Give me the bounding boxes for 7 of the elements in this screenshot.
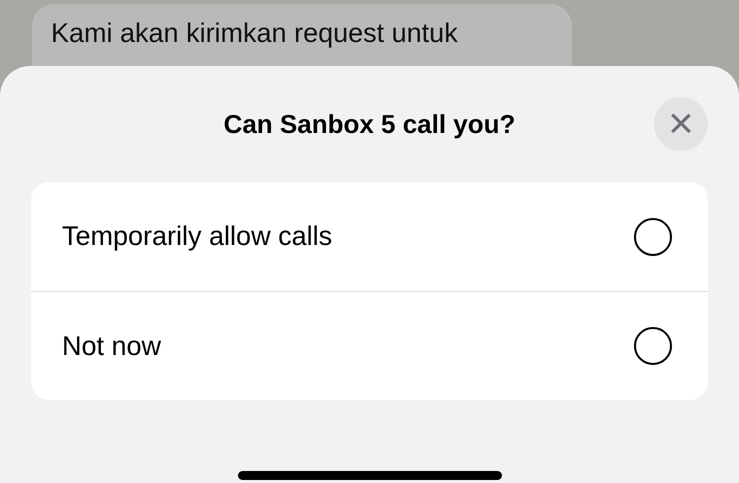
radio-button[interactable] [634,327,672,365]
message-text: Kami akan kirimkan request untuk [51,18,458,48]
option-label[interactable]: Not now [62,326,162,366]
radio-button[interactable] [634,218,672,256]
option-label[interactable]: Temporarily allow calls [62,216,332,257]
sheet-title: Can Sanbox 5 call you? [224,108,516,140]
close-button[interactable]: × [654,97,708,151]
